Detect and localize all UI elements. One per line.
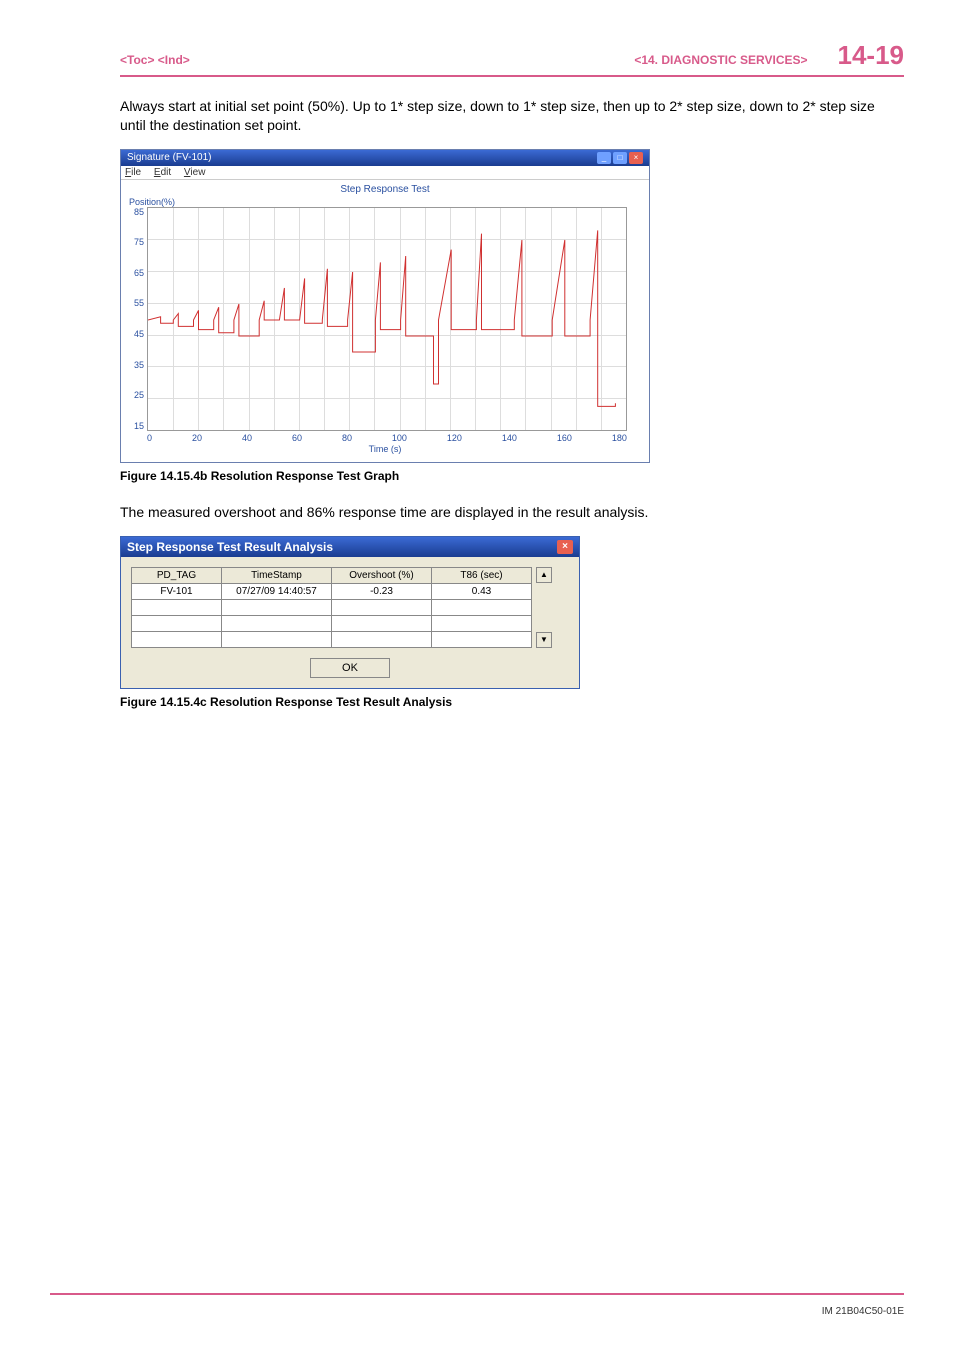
scroll-up-icon[interactable]: ▲ [536,567,552,583]
result-dialog: Step Response Test Result Analysis × PD_… [120,536,580,689]
chart-trace [148,208,628,432]
page-header: <Toc> <Ind> <14. DIAGNOSTIC SERVICES> 14… [120,40,904,77]
menu-file[interactable]: FFileile [125,167,141,178]
footer-divider [50,1293,904,1295]
table-row[interactable]: FV-101 07/27/09 14:40:57 -0.23 0.43 [132,583,532,599]
y-ticks: 8575655545352515 [129,207,147,431]
x-ticks: 020406080100120140160180 [147,433,627,443]
chart-plot [147,207,627,431]
scrollbar[interactable]: ▲ ▼ [536,567,552,648]
result-table: PD_TAG TimeStamp Overshoot (%) T86 (sec)… [131,567,532,648]
paragraph-intro: Always start at initial set point (50%).… [120,97,904,135]
col-t86: T86 (sec) [432,567,532,583]
table-row [132,615,532,631]
dialog-title: Step Response Test Result Analysis [127,540,333,554]
ok-button[interactable]: OK [310,658,390,678]
table-row [132,631,532,647]
menu-edit[interactable]: Edit [154,167,171,178]
header-left[interactable]: <Toc> <Ind> [120,53,190,67]
menu-view[interactable]: View [184,167,206,178]
window-titlebar: Signature (FV-101) _ □ × [121,150,649,166]
col-overshoot: Overshoot (%) [332,567,432,583]
close-icon[interactable]: × [629,152,643,164]
window-title: Signature (FV-101) [127,152,212,163]
close-icon[interactable]: × [557,540,573,554]
figure1-caption: Figure 14.15.4b Resolution Response Test… [120,469,904,483]
header-section: <14. DIAGNOSTIC SERVICES> [634,53,807,67]
col-pdtag: PD_TAG [132,567,222,583]
menu-bar: FFileile Edit View [121,166,649,180]
x-axis-label: Time (s) [129,444,641,454]
chart-title: Step Response Test [129,184,641,195]
table-row [132,599,532,615]
paragraph-result: The measured overshoot and 86% response … [120,503,904,522]
y-axis-label: Position(%) [129,197,641,207]
dialog-titlebar: Step Response Test Result Analysis × [121,537,579,557]
col-timestamp: TimeStamp [222,567,332,583]
maximize-icon[interactable]: □ [613,152,627,164]
doc-code: IM 21B04C50-01E [822,1306,904,1317]
figure2-caption: Figure 14.15.4c Resolution Response Test… [120,695,904,709]
page-number: 14-19 [838,40,905,71]
chart-window: Signature (FV-101) _ □ × FFileile Edit V… [120,149,650,463]
scroll-down-icon[interactable]: ▼ [536,632,552,648]
minimize-icon[interactable]: _ [597,152,611,164]
